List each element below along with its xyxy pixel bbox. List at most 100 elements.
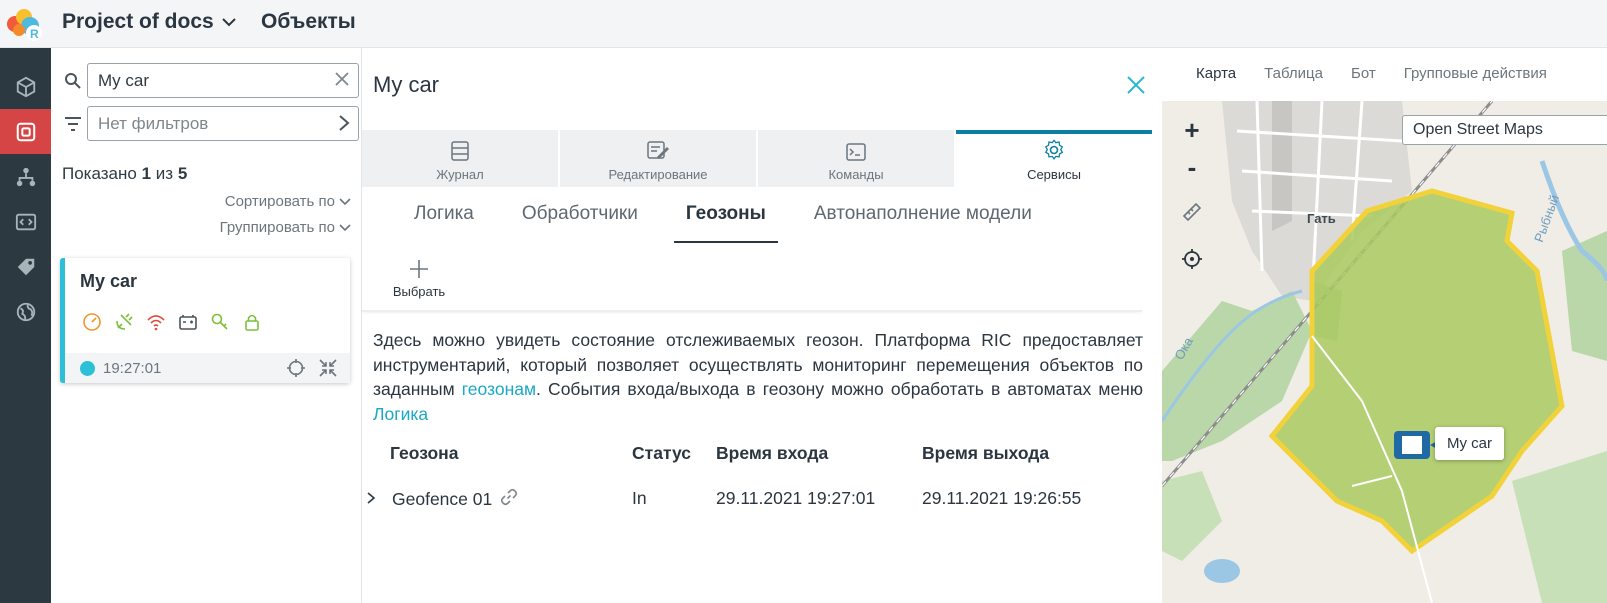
close-icon (335, 72, 349, 86)
search-row: My car (59, 63, 359, 98)
svg-text:R: R (30, 27, 39, 41)
filter-icon (65, 116, 81, 131)
car-marker-label[interactable]: My car (1435, 427, 1504, 460)
group-label: Группировать по (219, 219, 335, 236)
subtab-geofences[interactable]: Геозоны (673, 203, 778, 243)
sidebar-rail (0, 48, 51, 603)
description-text-2: . События входа/выхода в геозону можно о… (536, 379, 1143, 399)
geofence-status: In (632, 488, 647, 508)
tab-commands-label: Команды (828, 167, 884, 182)
geofences-link[interactable]: геозонам (462, 379, 536, 399)
column-header-status: Статус (632, 443, 691, 463)
signal-icon (144, 310, 168, 334)
object-card-footer: 19:27:01 (65, 353, 350, 383)
map-panel: Карта Таблица Бот Групповые действия + -… (1162, 48, 1607, 603)
ruler-button[interactable] (1173, 193, 1211, 231)
code-icon (15, 213, 36, 230)
section-title: Объекты (261, 10, 356, 33)
subtab-logic[interactable]: Логика (402, 203, 486, 243)
ignition-key-icon (208, 310, 232, 334)
gps-satellite-icon (112, 310, 136, 334)
object-details-panel: My car Журнал Редактирование Команды Сер… (362, 48, 1162, 603)
chevron-down-icon (221, 18, 236, 27)
sort-dropdown[interactable]: Сортировать по (225, 193, 351, 210)
filter-row: Нет фильтров (59, 106, 359, 141)
tab-table[interactable]: Таблица (1264, 65, 1323, 82)
locate-object-button[interactable] (286, 358, 306, 383)
column-header-exit-time: Время выхода (922, 443, 1050, 463)
object-card-title: My car (80, 271, 138, 291)
ruler-icon (1182, 202, 1202, 222)
search-input[interactable]: My car (87, 63, 359, 98)
lock-icon (240, 310, 264, 334)
speedometer-icon (80, 310, 104, 334)
cube-icon (16, 76, 35, 97)
open-geofence-link[interactable] (500, 488, 518, 511)
hierarchy-icon (16, 167, 35, 186)
geofence-description: Здесь можно увидеть состояние отслеживае… (373, 328, 1143, 426)
tab-commands[interactable]: Команды (758, 130, 954, 187)
status-dot (80, 360, 95, 376)
chevron-down-icon (339, 223, 351, 231)
map-layer-select[interactable]: Open Street Maps (1402, 115, 1607, 145)
clear-search-button[interactable] (334, 71, 350, 92)
geofence-name: Geofence 01 (392, 489, 493, 509)
edit-icon (647, 141, 669, 160)
close-details-button[interactable] (1127, 76, 1145, 99)
shown-total: 5 (177, 164, 188, 183)
tab-bot[interactable]: Бот (1351, 65, 1376, 82)
tab-edit-label: Редактирование (608, 167, 708, 182)
tab-group-actions[interactable]: Групповые действия (1404, 65, 1547, 82)
tab-edit[interactable]: Редактирование (560, 130, 756, 187)
sort-label: Сортировать по (224, 193, 335, 210)
sidebar-item-code[interactable] (0, 199, 51, 244)
locate-me-button[interactable] (1173, 240, 1211, 278)
subtab-handlers[interactable]: Обработчики (510, 203, 650, 243)
battery-icon (176, 310, 200, 334)
divider (362, 310, 1142, 312)
logic-link[interactable]: Логика (373, 404, 428, 424)
tab-journal[interactable]: Журнал (362, 130, 558, 187)
collapse-icon (319, 359, 337, 377)
objects-icon (16, 122, 35, 141)
subtab-model-autofill[interactable]: Автонаполнение модели (802, 203, 1044, 243)
column-header-enter-time: Время входа (716, 443, 829, 463)
sidebar-item-cube[interactable] (0, 64, 51, 109)
geofence-exit-time: 29.11.2021 19:26:55 (922, 488, 1082, 508)
filter-open-button[interactable] (338, 114, 350, 137)
app-logo[interactable]: R (4, 6, 46, 42)
filter-field[interactable]: Нет фильтров (87, 106, 359, 141)
zoom-in-button[interactable]: + (1173, 111, 1211, 149)
group-dropdown[interactable]: Группировать по (220, 219, 351, 236)
zoom-out-button[interactable]: - (1173, 148, 1211, 186)
table-row: Geofence 01 (366, 488, 518, 511)
sidebar-item-tags[interactable] (0, 244, 51, 289)
tab-services[interactable]: Сервисы (956, 130, 1152, 187)
services-gear-icon (1044, 139, 1064, 160)
project-selector[interactable]: Project of docs (62, 10, 236, 34)
pick-geofence-button[interactable]: Выбрать (388, 258, 450, 299)
sidebar-item-globe[interactable] (0, 289, 51, 334)
tag-icon (17, 258, 34, 275)
shown-count-text: Показано 1 из 5 (62, 164, 187, 184)
collapse-card-button[interactable] (318, 358, 338, 383)
sidebar-item-objects[interactable] (0, 109, 51, 154)
top-bar: R Project of docs Объекты (0, 0, 1607, 48)
object-card-indicators (80, 310, 264, 334)
details-title: My car (373, 72, 439, 97)
map-background (1162, 101, 1607, 603)
object-card[interactable]: My car 19:27:01 (60, 258, 350, 383)
tab-services-label: Сервисы (1027, 167, 1081, 182)
map-tabs: Карта Таблица Бот Групповые действия (1196, 65, 1547, 82)
plus-icon (410, 260, 428, 278)
shown-of: из (155, 164, 174, 183)
shown-count: 1 (141, 164, 152, 183)
tab-map[interactable]: Карта (1196, 65, 1236, 82)
map-canvas[interactable]: + - Open Street Maps Гать Ока Рыбный My … (1162, 101, 1607, 603)
globe-icon (16, 302, 35, 321)
expand-row-button[interactable] (366, 489, 376, 510)
link-icon (501, 488, 518, 506)
search-input-value: My car (98, 70, 149, 90)
geofence-enter-time: 29.11.2021 19:27:01 (716, 488, 876, 508)
sidebar-item-hierarchy[interactable] (0, 154, 51, 199)
